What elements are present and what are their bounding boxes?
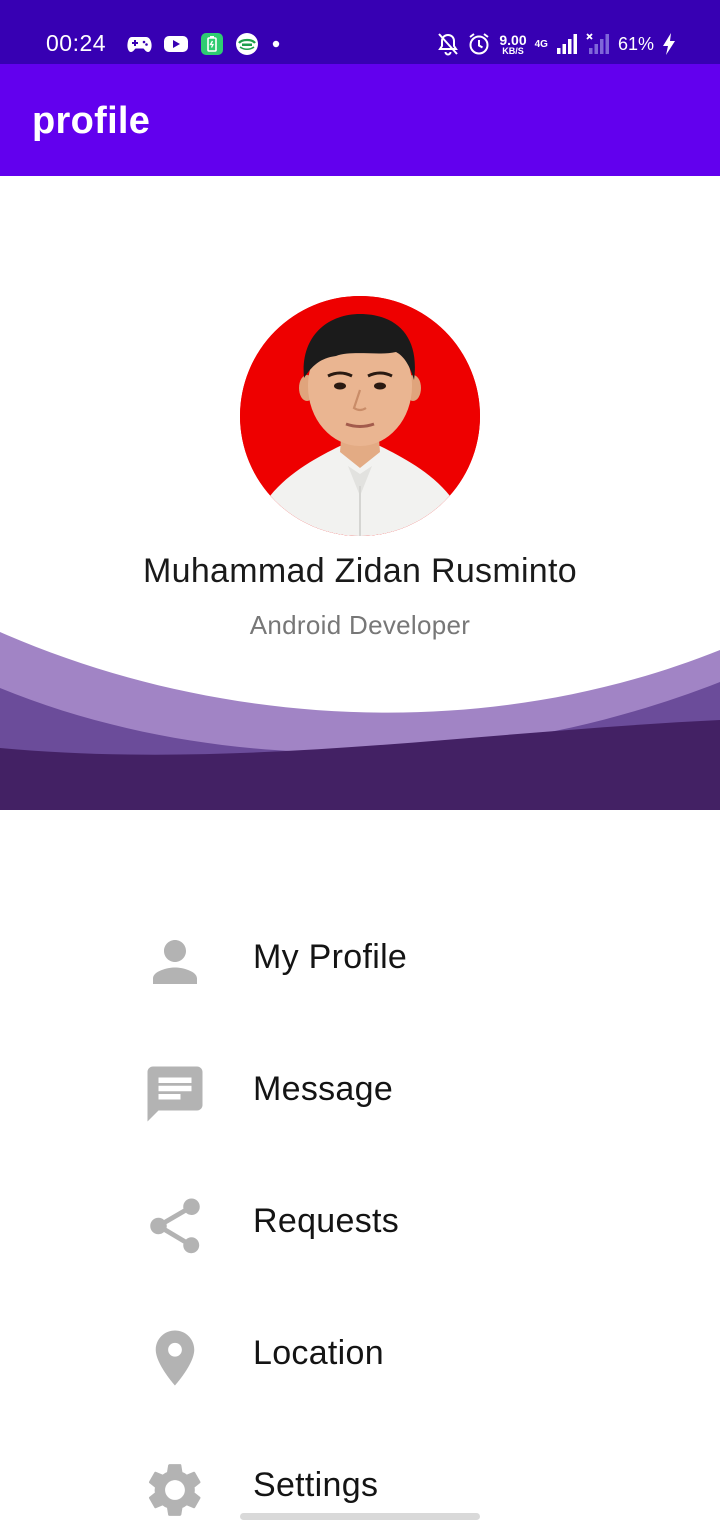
home-indicator[interactable] (240, 1513, 480, 1520)
bell-off-icon (438, 33, 459, 56)
menu-item-label: Settings (253, 1466, 379, 1504)
status-time: 00:24 (46, 30, 107, 56)
menu-item-settings[interactable]: Settings (0, 1432, 720, 1520)
status-left-icons (126, 31, 282, 57)
battery-percent: 61% (617, 33, 654, 54)
decorative-wave (0, 632, 720, 810)
status-right: 9.00 KB/S 4G 61% (437, 30, 676, 58)
signal-icon (556, 34, 577, 54)
alarm-icon (469, 33, 489, 55)
menu-item-label: Requests (253, 1202, 400, 1240)
user-name: Muhammad Zidan Rusminto (143, 552, 577, 590)
network-speed: 9.00 KB/S (499, 33, 526, 56)
person-icon (153, 940, 197, 984)
dot-icon (272, 40, 280, 48)
network-speed-value: 9.00 (499, 31, 527, 48)
battery-app-icon (201, 33, 223, 55)
youtube-icon (164, 36, 188, 52)
menu-item-label: My Profile (253, 938, 408, 976)
menu-item-my-profile[interactable]: My Profile (0, 904, 720, 1014)
gamepad-icon (127, 37, 152, 52)
status-bar: 00:24 9.00 KB/S 4G 61% (0, 0, 720, 64)
signal-no-service-icon (586, 33, 609, 54)
charging-bolt-icon (663, 33, 675, 55)
network-type: 4G (534, 38, 548, 50)
avatar (240, 296, 480, 536)
menu-item-label: Location (253, 1334, 384, 1372)
menu-item-message[interactable]: Message (0, 1036, 720, 1146)
location-pin-icon (155, 1330, 195, 1386)
message-icon (147, 1066, 203, 1122)
menu-item-location[interactable]: Location (0, 1300, 720, 1410)
share-icon (150, 1198, 200, 1254)
gear-icon (148, 1464, 201, 1516)
menu-item-label: Message (253, 1070, 394, 1108)
globe-app-icon (236, 33, 258, 55)
network-speed-unit: KB/S (502, 45, 524, 56)
app-bar: profile (0, 64, 720, 176)
page-title: profile (32, 100, 151, 142)
avatar-photo (240, 296, 480, 536)
menu-item-requests[interactable]: Requests (0, 1168, 720, 1278)
